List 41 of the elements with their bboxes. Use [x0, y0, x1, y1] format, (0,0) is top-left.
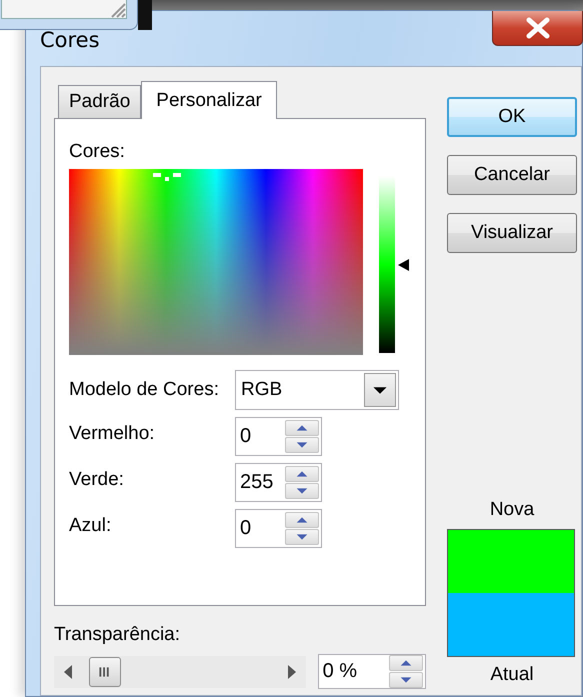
right-arrow-icon[interactable] [288, 664, 296, 678]
current-color-label: Atual [489, 664, 535, 686]
channel-label: Azul: [69, 514, 112, 537]
close-icon [524, 17, 550, 39]
transparency-field[interactable]: 0 % [318, 654, 426, 689]
spin-up-icon[interactable] [285, 512, 319, 528]
spin-up-icon[interactable] [389, 655, 423, 671]
dialog-button[interactable]: Cancelar [447, 155, 577, 195]
tab[interactable]: Padrão [58, 85, 142, 118]
luminance-arrow-icon[interactable] [398, 258, 409, 270]
transparency-label: Transparência: [54, 624, 180, 645]
spin-down-icon[interactable] [285, 437, 319, 453]
window-border [138, 0, 152, 30]
spin-up-icon[interactable] [285, 420, 319, 436]
spin-down-icon[interactable] [285, 529, 319, 545]
dialog-button[interactable]: OK [447, 97, 577, 137]
value-text: 255 [239, 471, 274, 494]
spin-down-icon[interactable] [285, 483, 319, 499]
channel-field[interactable]: 0 [235, 417, 322, 456]
value-text: 0 [239, 517, 252, 540]
luminance-slider[interactable] [379, 176, 409, 353]
scroll-thumb[interactable] [88, 656, 121, 686]
value-text: 0 [239, 425, 252, 448]
new-color-label: Nova [488, 499, 536, 521]
colors-label: Cores: [69, 141, 126, 163]
spin-up-icon[interactable] [285, 466, 319, 482]
channel-label: Vermelho: [69, 422, 156, 445]
transparency-slider[interactable] [54, 656, 306, 688]
color-model-label: Modelo de Cores: [69, 379, 220, 401]
value-text: 0 % [322, 660, 358, 683]
color-model-dropdown[interactable]: RGB [235, 370, 399, 410]
color-spectrum[interactable] [69, 169, 363, 355]
tab[interactable]: Personalizar [141, 81, 277, 119]
channel-label: Verde: [69, 468, 125, 491]
spin-down-icon[interactable] [389, 672, 423, 688]
channel-field[interactable]: 255 [235, 463, 322, 502]
left-arrow-icon[interactable] [64, 664, 72, 678]
dialog-button[interactable]: Visualizar [447, 213, 577, 253]
close-button[interactable] [492, 11, 583, 46]
window-title: Cores [40, 28, 100, 52]
channel-field[interactable]: 0 [235, 509, 322, 548]
